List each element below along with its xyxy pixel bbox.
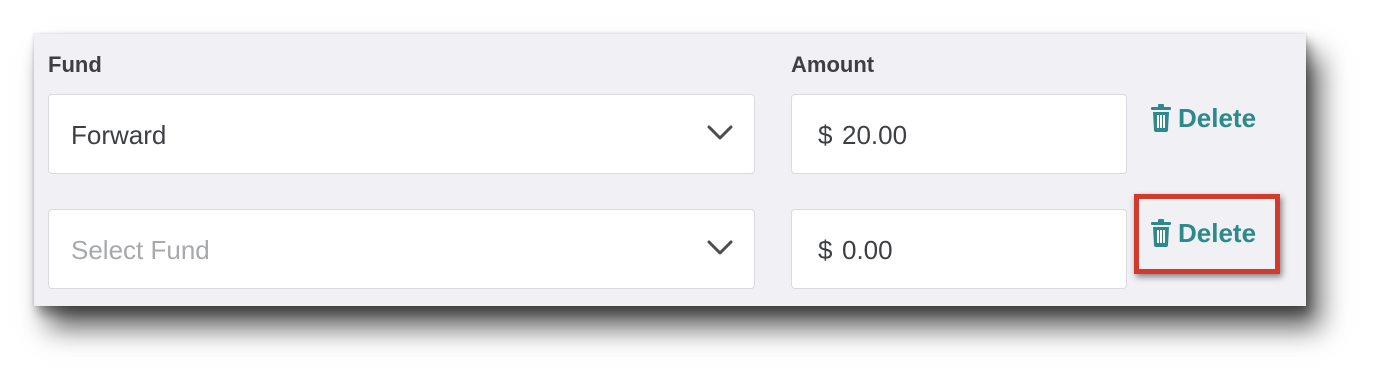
fund-column-label: Fund [48,52,102,77]
amount-column-label: Amount [791,52,875,77]
fund-allocation-panel: Fund Amount Forward $ 20.00 Delete Selec… [34,34,1306,306]
amount-input[interactable]: $ 20.00 [791,94,1127,174]
amount-input[interactable]: $ 0.00 [791,209,1127,289]
currency-symbol: $ [818,235,833,265]
highlight-box [1134,194,1280,274]
chevron-down-icon [707,240,733,255]
chevron-down-icon [707,125,733,140]
amount-value: 0.00 [842,235,893,265]
currency-symbol: $ [818,120,833,150]
trash-icon [1151,104,1171,132]
fund-select[interactable]: Select Fund [48,209,755,289]
delete-button[interactable]: Delete [1150,100,1256,136]
amount-value: 20.00 [842,120,908,150]
fund-select-value: Forward [71,120,167,150]
fund-select[interactable]: Forward [48,94,755,174]
delete-button-label: Delete [1178,102,1257,133]
fund-select-placeholder: Select Fund [71,235,210,265]
